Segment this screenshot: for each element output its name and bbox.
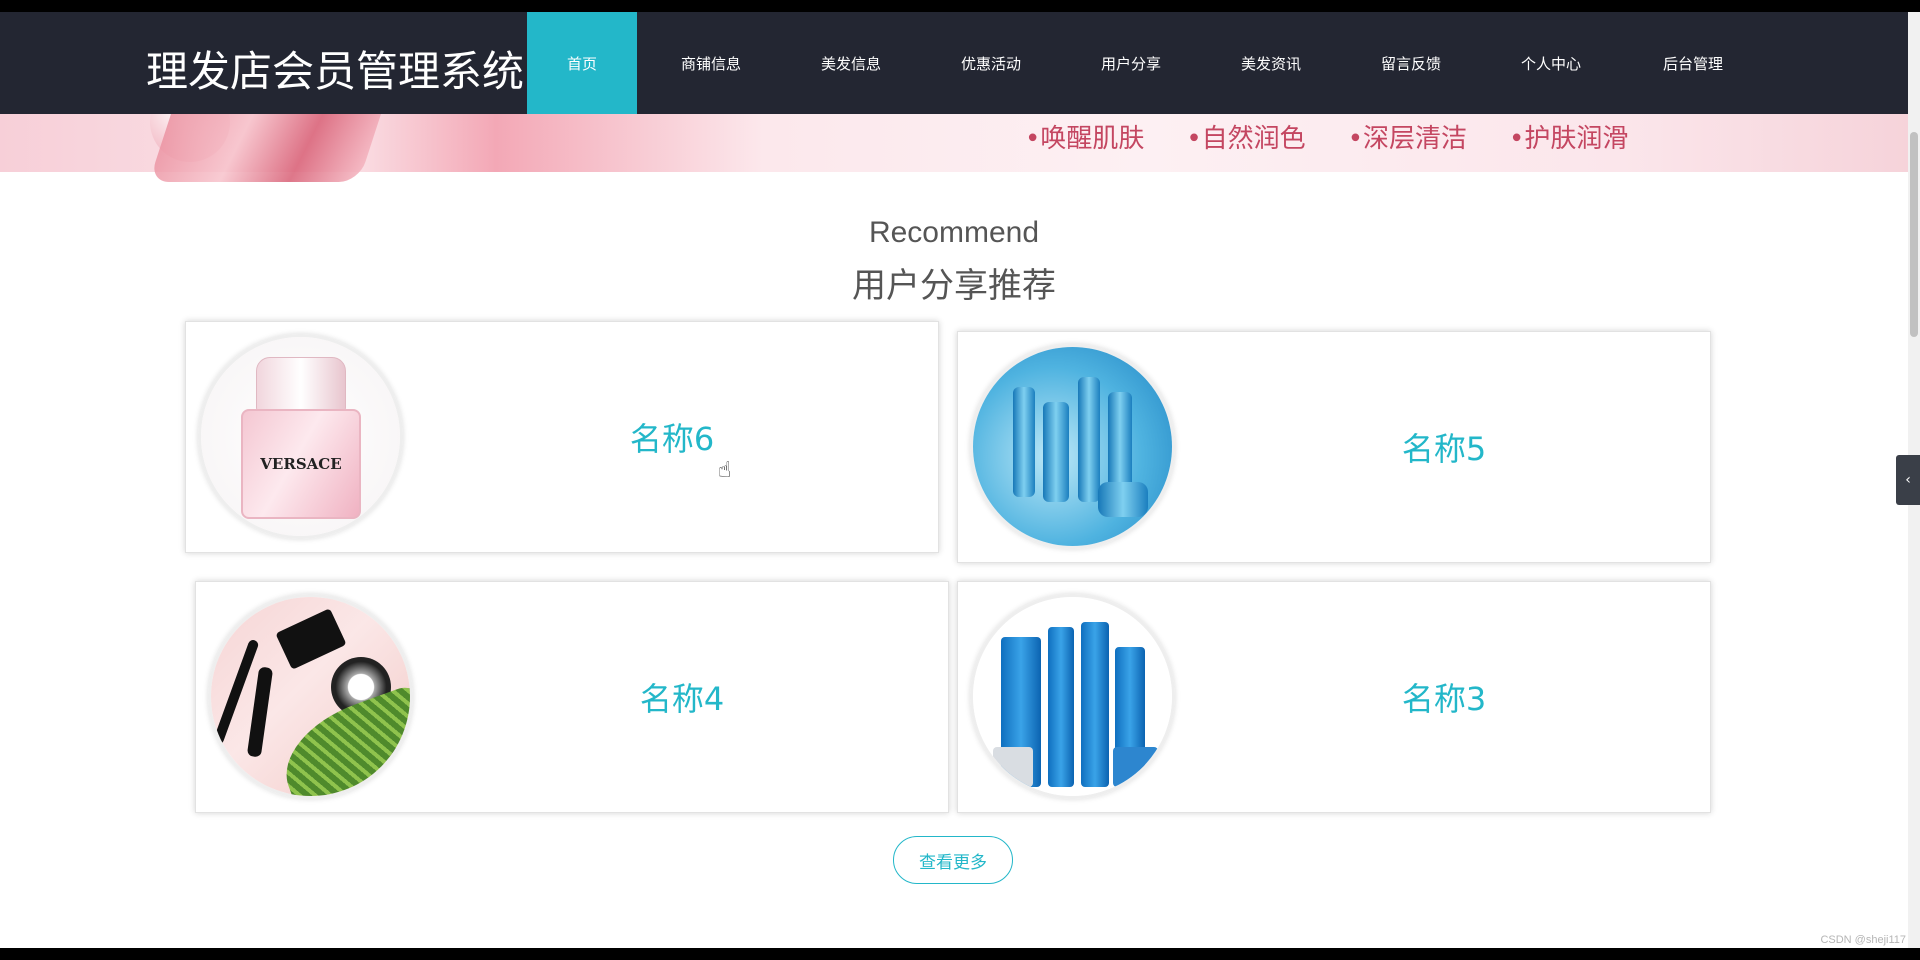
share-card-name[interactable]: 名称6 [406, 322, 938, 552]
scrollbar-thumb[interactable] [1910, 132, 1918, 337]
section-title-en: Recommend [868, 216, 1040, 249]
banner-feature: •深层清洁 [1347, 124, 1468, 154]
watermark-text: CSDN @sheji117 [1820, 934, 1906, 946]
nav-item-shop-info[interactable]: 商铺信息 [637, 12, 785, 114]
nav-item-promotions[interactable]: 优惠活动 [917, 12, 1065, 114]
perfume-image: VERSACE [198, 334, 403, 539]
chevron-left-icon: ‹ [1905, 472, 1911, 488]
page-viewport: •唤醒肌肤 •自然润色 •深层清洁 •护肤润滑 理发店会员管理系统 首页 商铺信… [0, 12, 1908, 948]
share-card-name[interactable]: 名称5 [1178, 332, 1710, 562]
nav-item-profile[interactable]: 个人中心 [1477, 12, 1625, 114]
nav-item-home[interactable]: 首页 [527, 12, 637, 114]
share-card[interactable]: 名称4 [195, 581, 949, 813]
blue-skincare-image [970, 594, 1175, 799]
pointer-cursor-icon: ☝ [718, 458, 732, 483]
top-navbar: 理发店会员管理系统 首页 商铺信息 美发信息 优惠活动 用户分享 美发资讯 留言… [0, 12, 1908, 114]
share-card[interactable]: 名称5 [957, 331, 1711, 563]
nav-item-feedback[interactable]: 留言反馈 [1345, 12, 1477, 114]
view-more-button[interactable]: 查看更多 [893, 836, 1013, 884]
banner-feature: •自然润色 [1186, 124, 1306, 154]
nav-item-admin[interactable]: 后台管理 [1625, 12, 1761, 114]
nav-menu: 首页 商铺信息 美发信息 优惠活动 用户分享 美发资讯 留言反馈 个人中心 后台… [527, 12, 1761, 114]
banner-feature: •护肤润滑 [1509, 124, 1629, 154]
nav-item-user-share[interactable]: 用户分享 [1065, 12, 1197, 114]
banner-features: •唤醒肌肤 •自然润色 •深层清洁 •护肤润滑 [1025, 118, 1628, 155]
share-card[interactable]: 名称3 [957, 581, 1711, 813]
nav-item-hair-info[interactable]: 美发信息 [785, 12, 917, 114]
side-panel-toggle[interactable]: ‹ [1896, 455, 1920, 505]
banner-feature: •唤醒肌肤 [1025, 124, 1145, 154]
nav-item-hair-news[interactable]: 美发资讯 [1197, 12, 1345, 114]
perfume-brand-text: VERSACE [260, 455, 342, 473]
share-card-name[interactable]: 名称4 [416, 582, 948, 812]
site-title: 理发店会员管理系统 [146, 47, 525, 96]
share-card[interactable]: VERSACE 名称6 [185, 321, 939, 553]
section-title-cn: 用户分享推荐 [852, 266, 1056, 306]
share-card-name[interactable]: 名称3 [1178, 582, 1710, 812]
makeup-image [208, 594, 413, 799]
skincare-water-image [970, 344, 1175, 549]
